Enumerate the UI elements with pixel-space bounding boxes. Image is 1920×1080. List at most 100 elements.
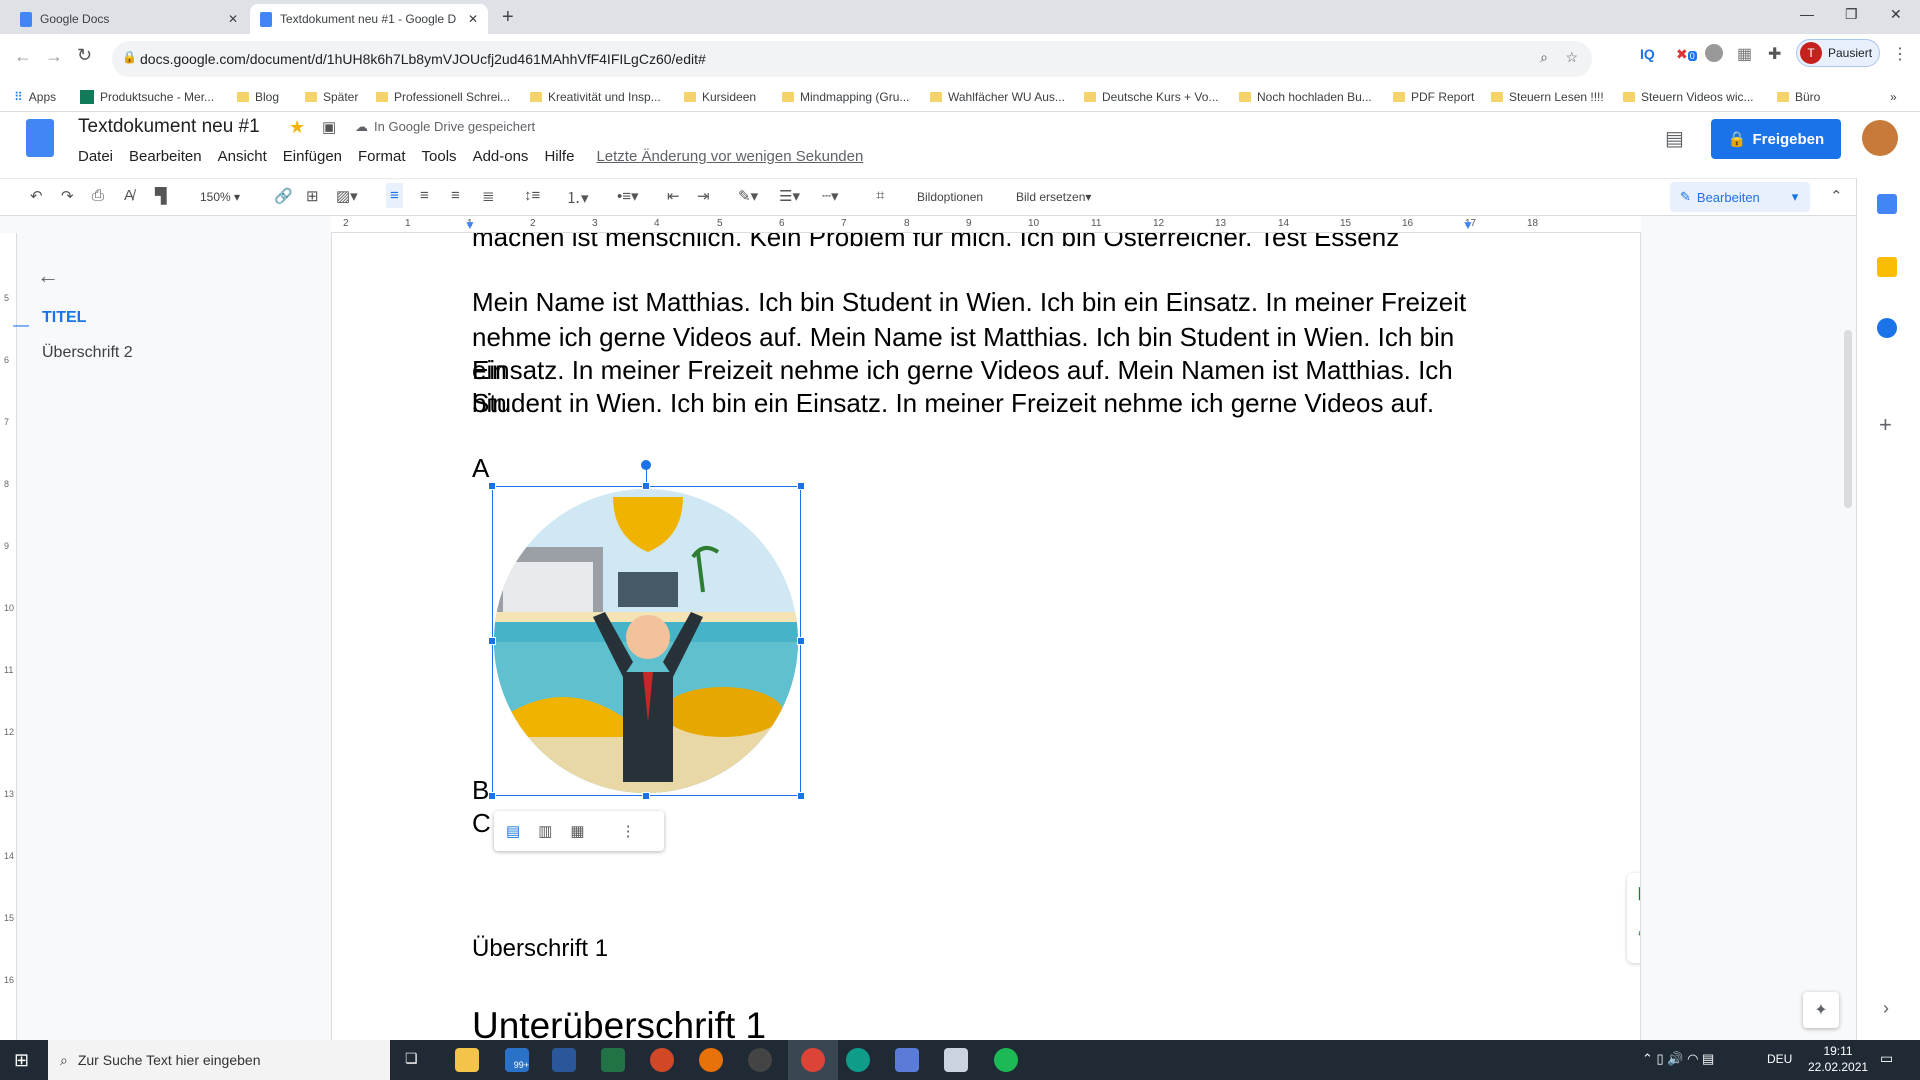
windows-start-icon[interactable]: ⊞ (14, 1050, 29, 1071)
taskbar-search-input[interactable]: ⌕ Zur Suche Text hier eingeben (48, 1040, 390, 1080)
body-text-line[interactable]: Student in Wien. Ich bin ein Einsatz. In… (472, 387, 1472, 420)
crop-icon[interactable]: ⌗ (876, 187, 884, 204)
resize-handle-nw[interactable] (488, 482, 496, 490)
resize-handle-se[interactable] (797, 792, 805, 800)
star-icon[interactable]: ★ (289, 117, 305, 138)
expand-panel-icon[interactable]: › (1883, 998, 1889, 1019)
close-window-icon[interactable]: ✕ (1890, 6, 1902, 23)
star-icon[interactable]: ☆ (1565, 49, 1578, 66)
extension-icon[interactable]: ✖ 0 (1676, 46, 1697, 63)
close-outline-arrow-icon[interactable]: ← (37, 263, 59, 289)
body-text-line[interactable]: Mein Name ist Matthias. Ich bin Student … (472, 286, 1472, 319)
bookmark-item[interactable]: Büro (1777, 90, 1820, 104)
docs-logo-icon[interactable] (26, 119, 54, 157)
menu-datei[interactable]: Datei (78, 148, 113, 165)
bookmark-item[interactable]: Kursideen (684, 90, 756, 104)
mail-icon[interactable]: 99+ (505, 1048, 529, 1072)
zoom-select[interactable]: 150% ▾ (200, 190, 240, 204)
numbered-list-icon[interactable]: ⒈▾ (566, 187, 589, 208)
resize-handle-s[interactable] (642, 792, 650, 800)
heading-unterueberschrift-1[interactable]: Unterüberschrift 1 (472, 1005, 766, 1040)
app-icon[interactable] (944, 1048, 968, 1072)
align-left-icon[interactable]: ≡ (386, 183, 403, 208)
save-status[interactable]: ☁ In Google Drive gespeichert (355, 119, 535, 135)
add-comment-icon[interactable]: ⊞ (306, 187, 319, 205)
border-color-icon[interactable]: ✎▾ (738, 187, 758, 205)
image-options-button[interactable]: Bildoptionen (917, 190, 983, 204)
menu-addons[interactable]: Add-ons (473, 148, 529, 165)
bulleted-list-icon[interactable]: •≡▾ (617, 187, 639, 205)
reload-icon[interactable]: ↻ (77, 45, 92, 66)
resize-handle-n[interactable] (642, 482, 650, 490)
resize-handle-w[interactable] (488, 637, 496, 645)
collapse-menus-icon[interactable]: ⌃ (1830, 187, 1843, 205)
app-icon[interactable] (699, 1048, 723, 1072)
body-text-line[interactable]: machen ist menschlich. Kein Problem für … (472, 233, 1472, 254)
align-right-icon[interactable]: ≡ (451, 187, 460, 204)
horizontal-ruler[interactable]: 2 1 1 2 3 4 5 6 7 8 9 10 11 12 13 14 15 16 17 18 (331, 216, 1641, 233)
clock[interactable]: 19:11 22.02.2021 (1808, 1043, 1868, 1075)
replace-image-button[interactable]: Bild ersetzen▾ (1016, 190, 1091, 204)
menu-ansicht[interactable]: Ansicht (218, 148, 267, 165)
more-options-icon[interactable]: ⋮ (621, 822, 636, 840)
right-indent-marker[interactable]: ▼ (1462, 218, 1474, 232)
rotate-handle[interactable] (641, 460, 651, 470)
bookmark-item[interactable]: Später (305, 90, 358, 104)
bookmark-item[interactable]: Steuern Lesen !!!! (1491, 90, 1604, 104)
resize-handle-sw[interactable] (488, 792, 496, 800)
back-icon[interactable]: ← (14, 46, 32, 67)
minimize-icon[interactable]: — (1800, 6, 1814, 22)
bookmark-item[interactable]: PDF Report (1393, 90, 1474, 104)
user-avatar[interactable] (1862, 120, 1898, 156)
break-text-icon[interactable]: ▦ (570, 822, 584, 840)
left-indent-marker[interactable]: ▼ (464, 218, 476, 232)
share-button[interactable]: 🔒 Freigeben (1711, 119, 1841, 159)
new-tab-button[interactable]: + (502, 6, 514, 29)
outline-item-ueberschrift-2[interactable]: Überschrift 2 (42, 344, 133, 362)
border-weight-icon[interactable]: ☰▾ (779, 187, 800, 205)
document-page[interactable]: machen ist menschlich. Kein Problem für … (331, 233, 1641, 1040)
url-input[interactable]: 🔒 docs.google.com/document/d/1hUH8k6h7Lb… (112, 41, 1592, 77)
paint-format-icon[interactable]: ▜ (155, 187, 167, 205)
close-tab-icon[interactable]: ✕ (228, 12, 238, 26)
explore-button[interactable]: ✦ (1803, 992, 1839, 1028)
puzzle-extensions-icon[interactable]: ✚ (1768, 44, 1781, 64)
bookmark-item[interactable]: Deutsche Kurs + Vo... (1084, 90, 1218, 104)
task-view-icon[interactable]: ❏ (405, 1050, 418, 1067)
menu-hilfe[interactable]: Hilfe (544, 148, 574, 165)
text-a[interactable]: A (472, 452, 1472, 485)
spotify-icon[interactable] (994, 1048, 1018, 1072)
app-icon[interactable] (895, 1048, 919, 1072)
bookmark-item[interactable]: Steuern Videos wic... (1623, 90, 1754, 104)
obs-icon[interactable] (748, 1048, 772, 1072)
editing-mode-select[interactable]: ✎ Bearbeiten ▾ (1670, 182, 1810, 212)
bookmark-apps[interactable]: ⠿ Apps (14, 90, 56, 104)
scrollbar[interactable] (1844, 330, 1852, 508)
bookmark-item[interactable]: Mindmapping (Gru... (782, 90, 909, 104)
border-dash-icon[interactable]: ┄▾ (822, 187, 839, 205)
chrome-taskbar-button[interactable] (788, 1040, 838, 1080)
comments-icon[interactable]: ▤ (1665, 126, 1684, 151)
resize-handle-ne[interactable] (797, 482, 805, 490)
calendar-icon[interactable] (1877, 194, 1897, 214)
zoom-icon[interactable]: ⌕ (1540, 49, 1548, 66)
move-folder-icon[interactable]: ▣ (322, 118, 336, 136)
file-explorer-icon[interactable] (455, 1048, 479, 1072)
notifications-icon[interactable]: ▭ (1880, 1050, 1893, 1067)
browser-menu-icon[interactable]: ⋮ (1892, 44, 1908, 64)
bookmark-item[interactable]: Professionell Schrei... (376, 90, 510, 104)
link-icon[interactable]: 🔗 (274, 187, 293, 205)
menu-format[interactable]: Format (358, 148, 406, 165)
more-bookmarks-button[interactable]: » (1890, 90, 1897, 104)
grid-extension-icon[interactable]: ▦ (1737, 44, 1752, 64)
wrap-text-icon[interactable]: ▥ (538, 822, 552, 840)
inline-wrap-icon[interactable]: ▤ (506, 822, 520, 840)
language-indicator[interactable]: DEU (1767, 1052, 1792, 1066)
edge-icon[interactable] (846, 1048, 870, 1072)
keep-icon[interactable] (1877, 257, 1897, 277)
suggest-edit-icon[interactable]: ✎ (1637, 925, 1640, 950)
print-icon[interactable]: ⎙ (92, 187, 104, 204)
resize-handle-e[interactable] (797, 637, 805, 645)
vertical-ruler[interactable]: 5 6 7 8 9 10 11 12 13 14 15 16 (0, 233, 17, 1040)
word-icon[interactable] (552, 1048, 576, 1072)
